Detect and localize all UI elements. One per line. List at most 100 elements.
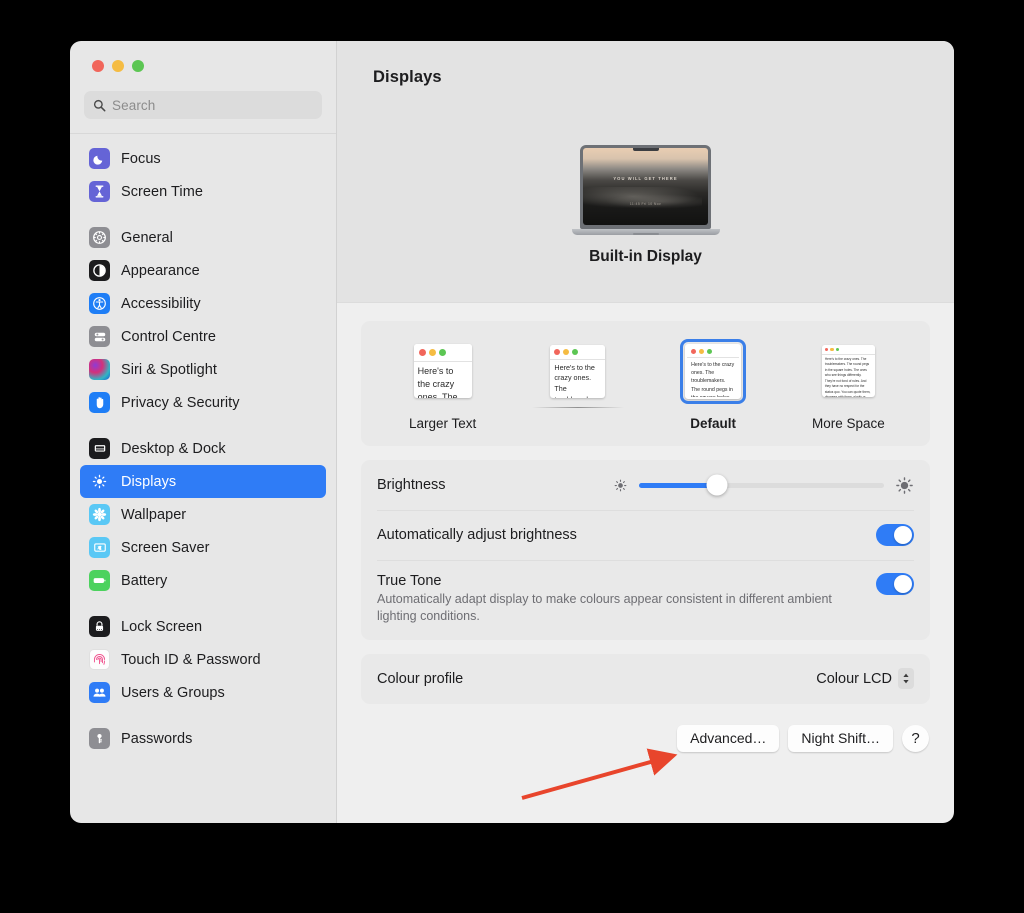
sidebar-item-label: General [121, 229, 173, 246]
brightness-slider[interactable] [639, 474, 884, 496]
sidebar-item-label: Users & Groups [121, 684, 225, 701]
sidebar-item-privacy-security[interactable]: Privacy & Security [80, 386, 326, 419]
sidebar-item-label: Desktop & Dock [121, 440, 226, 457]
colour-profile-group: Colour profile Colour LCD [361, 653, 930, 704]
battery-icon [89, 570, 110, 591]
help-button[interactable]: ? [902, 724, 929, 752]
search-placeholder: Search [112, 97, 156, 113]
page-title: Displays [373, 68, 442, 86]
display-device-preview[interactable]: YOU WILL GET THERE 11:45 Fri 10 Nov Buil… [337, 145, 954, 266]
resolution-option-label: Default [690, 416, 736, 431]
sidebar-item-general[interactable]: General [80, 221, 326, 254]
search-input[interactable]: Search [84, 91, 322, 119]
sidebar-item-label: Touch ID & Password [121, 651, 261, 668]
resolution-preview: Here's to the crazy ones. The troublemak… [550, 344, 606, 398]
resolution-preview-text: Here's to the crazy ones. The troublemak… [554, 362, 602, 398]
sidebar-item-displays[interactable]: Displays [80, 465, 326, 498]
auto-brightness-toggle[interactable] [876, 524, 914, 546]
sidebar-item-label: Wallpaper [121, 506, 187, 523]
bottom-button-row: Advanced… Night Shift… ? [361, 724, 930, 752]
sidebar-group: Desktop & Dock Displays Wallpaper Screen… [80, 432, 326, 610]
resolution-preview: Here's to the crazy ones. The troublemak… [413, 344, 472, 398]
true-tone-label: True Tone [377, 573, 442, 589]
sidebar-group: Passwords [80, 722, 326, 768]
brightness-row: Brightness [377, 460, 914, 510]
desktop-dock-icon [89, 438, 110, 459]
moon-icon [89, 148, 110, 169]
sidebar-item-label: Focus [121, 150, 161, 167]
advanced-button[interactable]: Advanced… [677, 724, 780, 752]
sidebar-item-battery[interactable]: Battery [80, 564, 326, 597]
brightness-low-icon [614, 479, 627, 491]
sidebar-item-label: Accessibility [121, 295, 201, 312]
fingerprint-icon [89, 649, 110, 670]
resolution-option-label: Larger Text [408, 416, 477, 431]
brightness-label: Brightness [377, 477, 446, 493]
resolution-option-label: More Space [811, 416, 885, 431]
laptop-illustration: YOU WILL GET THERE 11:45 Fri 10 Nov [572, 145, 720, 235]
sidebar-item-passwords[interactable]: Passwords [80, 722, 326, 755]
main-content: Displays YOU WILL GET THERE 11:45 Fri 10… [337, 41, 954, 823]
lock-icon [89, 616, 110, 637]
colour-profile-popup[interactable]: Colour LCD [816, 668, 914, 690]
sidebar-item-label: Screen Time [121, 183, 203, 200]
siri-icon [89, 359, 110, 380]
sidebar-item-desktop-dock[interactable]: Desktop & Dock [80, 432, 326, 465]
true-tone-toggle[interactable] [876, 573, 914, 595]
sidebar-item-screen-saver[interactable]: Screen Saver [80, 531, 326, 564]
sidebar-item-siri-spotlight[interactable]: Siri & Spotlight [80, 353, 326, 386]
sidebar-group: Focus Screen Time [80, 142, 326, 221]
search-icon [93, 99, 106, 111]
traffic-lights [70, 41, 336, 72]
laptop-screen: YOU WILL GET THERE 11:45 Fri 10 Nov [583, 148, 708, 225]
sidebar-item-label: Privacy & Security [121, 394, 240, 411]
resolution-preview: Here's to the crazy ones. The troublemak… [821, 345, 875, 397]
sidebar-item-users-groups[interactable]: Users & Groups [80, 676, 326, 709]
resolution-option-larger-text[interactable]: Here's to the crazy ones. The troublemak… [375, 321, 510, 446]
sidebar-group: General Appearance Accessibility Control… [80, 221, 326, 432]
system-settings-window: Search Focus Screen Time General Appeara… [70, 41, 954, 823]
screen-saver-icon [89, 537, 110, 558]
sidebar-item-appearance[interactable]: Appearance [80, 254, 326, 287]
sidebar-item-accessibility[interactable]: Accessibility [80, 287, 326, 320]
wallpaper-headline: YOU WILL GET THERE [613, 176, 678, 182]
night-shift-button[interactable]: Night Shift… [788, 724, 893, 752]
display-name: Built-in Display [589, 248, 702, 265]
key-icon [89, 728, 110, 749]
resolution-preview-selected: Here's to the crazy ones. The troublemak… [680, 338, 747, 404]
resolution-option-unlabelled[interactable]: Here's to the crazy ones. The troublemak… [510, 321, 645, 446]
brightness-slider-thumb[interactable] [706, 474, 728, 496]
colour-profile-label: Colour profile [377, 670, 464, 687]
sidebar-item-focus[interactable]: Focus [80, 142, 326, 175]
resolution-option-placeholder-line [531, 407, 624, 408]
users-icon [89, 682, 110, 703]
true-tone-row: True Tone Automatically adapt display to… [377, 560, 914, 640]
sidebar-item-screen-time[interactable]: Screen Time [80, 175, 326, 208]
settings-scroll-area: Here's to the crazy ones. The troublemak… [337, 303, 954, 823]
resolution-option-default[interactable]: Here's to the crazy ones. The troublemak… [646, 321, 781, 446]
resolution-option-more-space[interactable]: Here's to the crazy ones. The troublemak… [781, 321, 916, 446]
minimise-button[interactable] [112, 60, 124, 72]
sidebar-item-label: Passwords [121, 730, 193, 747]
auto-brightness-row: Automatically adjust brightness [377, 510, 914, 560]
sidebar-item-label: Control Centre [121, 328, 216, 345]
sidebar-item-control-centre[interactable]: Control Centre [80, 320, 326, 353]
gear-icon [89, 227, 110, 248]
close-button[interactable] [92, 60, 104, 72]
brightness-icon [89, 471, 110, 492]
display-header: Displays YOU WILL GET THERE 11:45 Fri 10… [337, 41, 954, 303]
resolution-picker[interactable]: Here's to the crazy ones. The troublemak… [361, 321, 930, 446]
accessibility-icon [89, 293, 110, 314]
colour-profile-row: Colour profile Colour LCD [377, 654, 914, 704]
colour-profile-value: Colour LCD [816, 670, 892, 687]
sidebar-item-touch-id-password[interactable]: Touch ID & Password [80, 643, 326, 676]
laptop-lid: YOU WILL GET THERE 11:45 Fri 10 Nov [580, 145, 711, 229]
sidebar-list[interactable]: Focus Screen Time General Appearance Acc… [70, 134, 336, 823]
sidebar-item-lock-screen[interactable]: Lock Screen [80, 610, 326, 643]
resolution-preview-text: Here's to the crazy ones. The troublemak… [824, 356, 871, 397]
true-tone-description: Automatically adapt display to make colo… [377, 592, 832, 623]
sidebar-item-wallpaper[interactable]: Wallpaper [80, 498, 326, 531]
zoom-button[interactable] [132, 60, 144, 72]
sidebar-group: Lock Screen Touch ID & Password Users & … [80, 610, 326, 722]
hourglass-icon [89, 181, 110, 202]
